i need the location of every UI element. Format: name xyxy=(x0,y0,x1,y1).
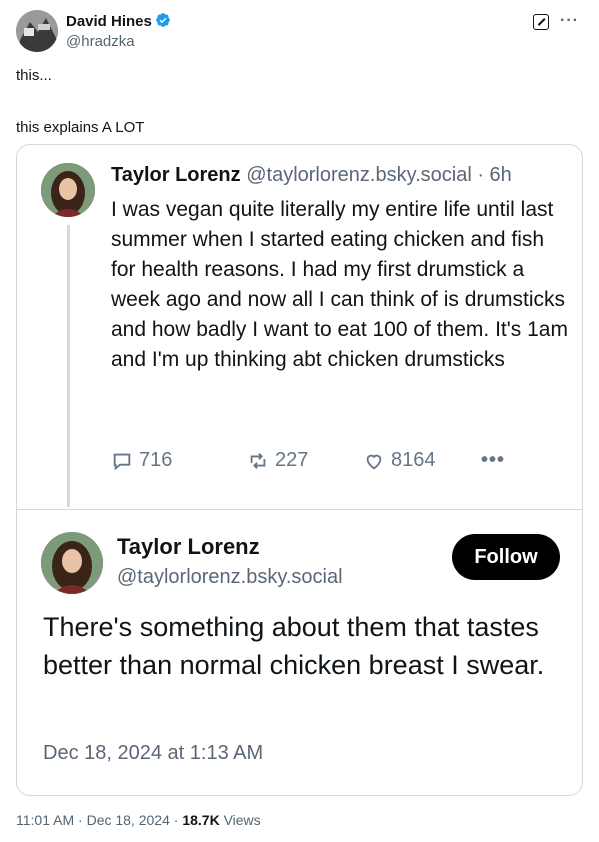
views-label: Views xyxy=(223,812,261,828)
grok-icon[interactable] xyxy=(533,14,549,30)
more-options-icon[interactable]: ··· xyxy=(560,12,579,30)
like-count-group: 8164 xyxy=(363,449,436,472)
quoted-post-2: Taylor Lorenz @taylorlorenz.bsky.social … xyxy=(17,510,582,795)
quoted-avatar xyxy=(41,163,95,217)
repost-icon xyxy=(250,452,266,469)
author-name[interactable]: David Hines xyxy=(66,12,171,30)
views-count: 18.7K xyxy=(182,812,220,828)
quoted-post-header: Taylor Lorenz @taylorlorenz.bsky.social … xyxy=(111,164,512,187)
repost-count-group: 227 xyxy=(247,449,308,472)
quoted-author-name-2: Taylor Lorenz xyxy=(117,534,260,559)
quoted-post-body: I was vegan quite literally my entire li… xyxy=(111,198,568,371)
follow-button: Follow xyxy=(452,534,560,580)
author-name-text[interactable]: David Hines xyxy=(66,13,152,30)
reply-icon xyxy=(113,453,131,470)
quoted-post-1: Taylor Lorenz @taylorlorenz.bsky.social … xyxy=(17,145,582,509)
thread-line xyxy=(67,225,70,507)
tweet-text-line-2: this explains A LOT xyxy=(16,119,145,136)
quoted-author-handle: @taylorlorenz.bsky.social · 6h xyxy=(246,164,512,186)
author-handle[interactable]: @hradzka xyxy=(66,33,135,50)
repost-count: 227 xyxy=(275,449,309,471)
avatar[interactable] xyxy=(16,10,58,52)
tweet-header: David Hines @hradzka ··· xyxy=(16,10,583,54)
attached-image-card[interactable]: Taylor Lorenz @taylorlorenz.bsky.social … xyxy=(16,144,583,796)
like-count: 8164 xyxy=(391,449,436,471)
tweet-meta: 11:01 AM · Dec 18, 2024 · 18.7K Views xyxy=(16,812,261,828)
quoted-avatar-2 xyxy=(41,532,103,594)
heart-icon xyxy=(366,454,382,469)
reply-count-group: 716 xyxy=(111,449,172,472)
quoted-post-actions: 716 227 8164 ••• xyxy=(111,449,571,477)
tweet-text-line-1: this... xyxy=(16,67,52,84)
quoted-post-body-2: There's something about them that tastes… xyxy=(43,612,545,680)
tweet-date[interactable]: Dec 18, 2024 xyxy=(87,812,170,828)
avatar-image xyxy=(16,10,58,52)
reply-count: 716 xyxy=(139,449,173,471)
tweet-time[interactable]: 11:01 AM xyxy=(16,812,74,828)
quoted-post-timestamp: Dec 18, 2024 at 1:13 AM xyxy=(43,742,264,764)
quoted-author-handle-2: @taylorlorenz.bsky.social xyxy=(117,566,343,588)
verified-badge-icon xyxy=(156,13,170,27)
quoted-author-name: Taylor Lorenz xyxy=(111,164,241,186)
more-icon: ••• xyxy=(481,449,506,471)
